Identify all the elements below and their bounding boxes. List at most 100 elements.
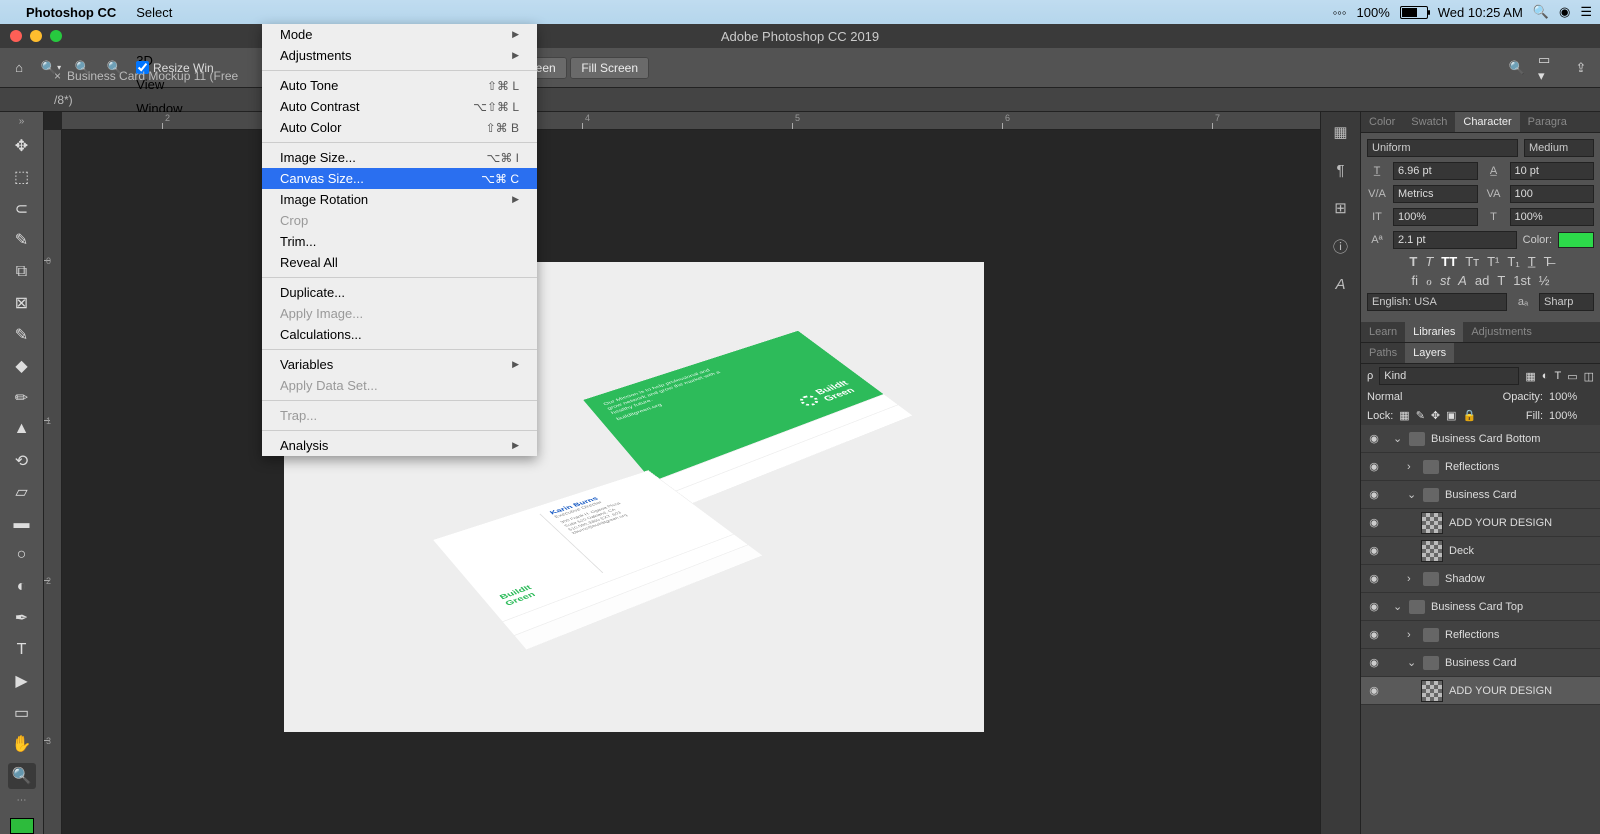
layer-row[interactable]: ◉Deck <box>1361 537 1600 565</box>
layer-name[interactable]: Business Card Top <box>1431 601 1523 613</box>
kerning-field[interactable]: Metrics <box>1393 185 1478 203</box>
mid-tab-libraries[interactable]: Libraries <box>1405 322 1463 342</box>
home-icon[interactable]: ⌂ <box>8 57 30 79</box>
menu-item-select[interactable]: Select <box>126 0 192 24</box>
layer-row[interactable]: ◉›Reflections <box>1361 621 1600 649</box>
lock-transparency-icon[interactable]: ▦ <box>1399 409 1409 422</box>
char-tab-character[interactable]: Character <box>1455 112 1519 132</box>
search-icon[interactable]: 🔍 <box>1506 57 1528 79</box>
layer-list[interactable]: ◉⌄Business Card Bottom◉›Reflections◉⌄Bus… <box>1361 425 1600 834</box>
layer-name[interactable]: Deck <box>1449 545 1474 557</box>
history-brush-tool[interactable]: ⟲ <box>8 448 36 474</box>
crop-tool[interactable]: ⧉ <box>8 259 36 285</box>
hscale-field[interactable]: 100% <box>1510 208 1595 226</box>
app-name[interactable]: Photoshop CC <box>16 5 126 20</box>
layer-thumbnail[interactable] <box>1421 680 1443 702</box>
ordinals-button[interactable]: ℴ <box>1426 273 1432 289</box>
siri-icon[interactable]: ◉ <box>1559 4 1570 20</box>
bold-button[interactable]: T <box>1409 254 1417 269</box>
layer-row[interactable]: ◉⌄Business Card <box>1361 649 1600 677</box>
vscale-field[interactable]: 100% <box>1393 208 1478 226</box>
layer-name[interactable]: Business Card <box>1445 657 1517 669</box>
layer-name[interactable]: Reflections <box>1445 461 1499 473</box>
layer-filter-kind[interactable]: Kind <box>1379 367 1519 385</box>
visibility-icon[interactable]: ◉ <box>1367 516 1381 529</box>
panel-icon-paragraph[interactable]: ¶ <box>1329 158 1353 182</box>
layer-tab-paths[interactable]: Paths <box>1361 343 1405 363</box>
healing-tool[interactable]: ◆ <box>8 354 36 380</box>
stylistic-button[interactable]: ad <box>1475 273 1489 289</box>
layer-name[interactable]: ADD YOUR DESIGN <box>1449 685 1552 697</box>
lock-all-icon[interactable]: 🔒 <box>1463 409 1477 422</box>
superscript-button[interactable]: T¹ <box>1487 254 1499 269</box>
window-minimize-button[interactable] <box>30 30 42 42</box>
disclosure-icon[interactable]: › <box>1407 573 1417 585</box>
visibility-icon[interactable]: ◉ <box>1367 684 1381 697</box>
disclosure-icon[interactable]: ⌄ <box>1393 600 1403 613</box>
font-size-field[interactable]: 6.96 pt <box>1393 162 1478 180</box>
layer-tab-layers[interactable]: Layers <box>1405 343 1454 363</box>
shape-tool[interactable]: ▭ <box>8 700 36 726</box>
language-select[interactable]: English: USA <box>1367 293 1507 311</box>
antialias-select[interactable]: Sharp <box>1539 293 1594 311</box>
disclosure-icon[interactable]: ⌄ <box>1393 432 1403 445</box>
disclosure-icon[interactable]: ⌄ <box>1407 488 1417 501</box>
menu-autocolor[interactable]: Auto Color⇧⌘ B <box>262 117 537 138</box>
canvas-area[interactable]: 234567 0123 Our Mission is to help profe… <box>44 112 1320 834</box>
layer-name[interactable]: ADD YOUR DESIGN <box>1449 517 1552 529</box>
menu-adjustments[interactable]: Adjustments <box>262 45 537 66</box>
layer-row[interactable]: ◉›Reflections <box>1361 453 1600 481</box>
layer-row[interactable]: ◉⌄Business Card Bottom <box>1361 425 1600 453</box>
pen-tool[interactable]: ✒ <box>8 606 36 632</box>
menu-canvassize[interactable]: Canvas Size...⌥⌘ C <box>262 168 537 189</box>
visibility-icon[interactable]: ◉ <box>1367 432 1381 445</box>
menu-revealall[interactable]: Reveal All <box>262 252 537 273</box>
visibility-icon[interactable]: ◉ <box>1367 460 1381 473</box>
contextual-button[interactable]: T <box>1497 273 1505 289</box>
underline-button[interactable]: T̲ <box>1528 254 1536 269</box>
mid-tab-learn[interactable]: Learn <box>1361 322 1405 342</box>
menu-autocontrast[interactable]: Auto Contrast⌥⇧⌘ L <box>262 96 537 117</box>
menu-mode[interactable]: Mode <box>262 24 537 45</box>
panel-icon-swatches[interactable]: ▦ <box>1329 120 1353 144</box>
layer-name[interactable]: Business Card <box>1445 489 1517 501</box>
font-style-select[interactable]: Medium <box>1524 139 1594 157</box>
menu-duplicate[interactable]: Duplicate... <box>262 282 537 303</box>
menu-variables[interactable]: Variables <box>262 354 537 375</box>
layer-row[interactable]: ◉ ⌄ Business Card Top <box>1361 593 1600 621</box>
dodge-tool[interactable]: ◐ <box>8 574 36 600</box>
fractions-button[interactable]: 1st <box>1513 273 1530 289</box>
char-tab-color[interactable]: Color <box>1361 112 1403 132</box>
eyedropper-tool[interactable]: ✎ <box>8 322 36 348</box>
strikethrough-button[interactable]: T̶ <box>1544 254 1552 269</box>
ligatures-button[interactable]: fi <box>1412 273 1419 289</box>
visibility-icon[interactable]: ◉ <box>1367 600 1381 613</box>
layer-thumbnail[interactable] <box>1421 540 1443 562</box>
panel-icon-info[interactable]: ⓘ <box>1329 234 1353 258</box>
move-tool[interactable]: ✥ <box>8 133 36 159</box>
layer-row[interactable]: ◉ ADD YOUR DESIGN <box>1361 677 1600 705</box>
leading-field[interactable]: 10 pt <box>1510 162 1595 180</box>
battery-icon[interactable] <box>1400 6 1428 19</box>
workspace-icon[interactable]: ▭ ▾ <box>1538 57 1560 79</box>
titling-button[interactable]: A <box>1458 273 1467 289</box>
notification-center-icon[interactable]: ☰ <box>1580 4 1592 20</box>
opacity-field[interactable]: 100% <box>1549 391 1594 403</box>
share-icon[interactable]: ⇪ <box>1570 57 1592 79</box>
layer-row[interactable]: ◉ ADD YOUR DESIGN <box>1361 509 1600 537</box>
font-family-select[interactable]: Uniform <box>1367 139 1518 157</box>
path-select-tool[interactable]: ▶ <box>8 669 36 695</box>
spotlight-icon[interactable]: 🔍 <box>1533 4 1549 20</box>
hand-tool[interactable]: ✋ <box>8 732 36 758</box>
lock-artboard-icon[interactable]: ▣ <box>1446 409 1456 422</box>
allcaps-button[interactable]: TT <box>1441 254 1457 269</box>
char-tab-paragra[interactable]: Paragra <box>1520 112 1575 132</box>
blend-mode-select[interactable]: Normal <box>1367 391 1497 403</box>
tracking-field[interactable]: 100 <box>1510 185 1595 203</box>
disclosure-icon[interactable]: › <box>1407 629 1417 641</box>
menu-imagerotation[interactable]: Image Rotation <box>262 189 537 210</box>
mid-tab-adjustments[interactable]: Adjustments <box>1463 322 1540 342</box>
menu-imagesize[interactable]: Image Size...⌥⌘ I <box>262 147 537 168</box>
layer-name[interactable]: Reflections <box>1445 629 1499 641</box>
quick-select-tool[interactable]: ✎ <box>8 228 36 254</box>
